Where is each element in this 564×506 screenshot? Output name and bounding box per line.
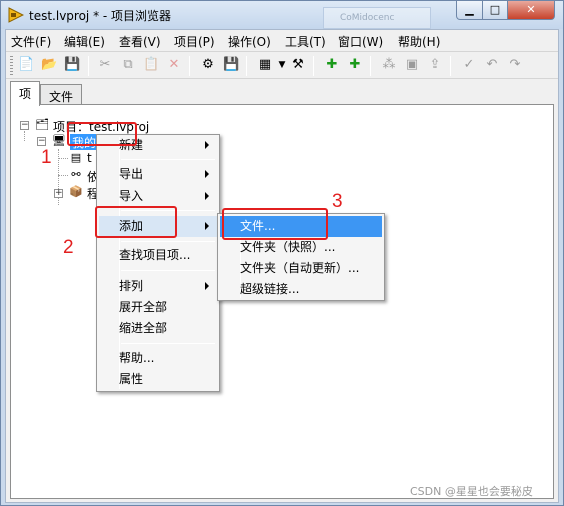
ctx-export[interactable]: 导出 (99, 164, 217, 185)
ctx-find-item[interactable]: 查找项目项... (99, 245, 217, 266)
vi-icon: ▤ (70, 151, 82, 164)
annotation-box-3 (222, 208, 328, 240)
menu-edit[interactable]: 编辑(E) (64, 33, 105, 50)
background-window-ghost: CoMidocenc (323, 7, 431, 29)
ctx-expand-label: 展开全部 (119, 300, 168, 314)
menu-separator (121, 159, 215, 160)
cut-icon[interactable]: ✂ (97, 57, 113, 73)
deploy-icon[interactable]: ⇪ (427, 57, 443, 73)
annotation-box-1 (67, 122, 137, 146)
add-icon[interactable]: ✚ (324, 57, 340, 73)
submenu-arrow-icon (205, 141, 209, 149)
open-icon[interactable]: 📂 (41, 57, 57, 73)
menu-project[interactable]: 项目(P) (174, 33, 215, 50)
ctx-collapse-all[interactable]: 缩进全部 (99, 318, 217, 339)
ctx-properties-label: 属性 (119, 372, 144, 386)
menu-separator (121, 343, 215, 344)
ctx-collapse-label: 缩进全部 (119, 321, 168, 335)
submenu-arrow-icon (205, 282, 209, 290)
dropdown-icon[interactable]: ▼ (274, 57, 290, 73)
annotation-number-3: 3 (332, 191, 343, 212)
annotation-box-2 (95, 206, 177, 238)
ctx-arrange-label: 排列 (119, 279, 144, 293)
menu-operate[interactable]: 操作(O) (228, 33, 271, 50)
menu-tools[interactable]: 工具(T) (285, 33, 326, 50)
save-icon[interactable]: 💾 (223, 57, 239, 73)
labview-app-icon (8, 7, 24, 23)
undo-icon[interactable]: ↶ (484, 57, 500, 73)
sub-add-hyperlink[interactable]: 超级链接... (220, 279, 382, 300)
toolbar-separator (370, 56, 371, 76)
collapse-root-icon[interactable]: − (20, 121, 29, 130)
menu-help[interactable]: 帮助(H) (398, 33, 440, 50)
settings-icon[interactable]: ⚒ (290, 57, 306, 73)
toolbar: 📄 📂 💾 ✂ ⧉ 📋 ✕ ⚙ 💾 ▦ ▼ ⚒ ✚ ✚ ⁂ ▣ ⇪ ✓ ↶ ↷ (6, 51, 558, 79)
close-button[interactable]: ✕ (507, 1, 555, 20)
ctx-properties[interactable]: 属性 (99, 369, 217, 390)
ctx-help-label: 帮助... (119, 351, 155, 365)
sub-add-folder-autopopulate[interactable]: 文件夹（自动更新）... (220, 258, 382, 279)
context-menu: 新建 导出 导入 添加 查找项目项... 排列 展开全部 缩进全部 帮助... … (96, 134, 220, 392)
sub-add-folder-snapshot[interactable]: 文件夹（快照）... (220, 237, 382, 258)
browser-tabs: 项 文件 (6, 81, 558, 106)
menu-separator (121, 241, 215, 242)
add-folder-icon[interactable]: ✚ (347, 57, 363, 73)
ctx-import[interactable]: 导入 (99, 186, 217, 207)
collapse-computer-icon[interactable]: − (37, 137, 46, 146)
build-icon[interactable]: ⚙ (200, 57, 216, 73)
toolbar-separator (450, 56, 451, 76)
annotation-number-1: 1 (41, 147, 52, 168)
delete-icon[interactable]: ✕ (166, 57, 182, 73)
project-icon: 🗂 (35, 118, 49, 131)
tree-connector (58, 175, 68, 176)
dependencies-icon: ⚯ (71, 168, 81, 181)
menu-window[interactable]: 窗口(W) (338, 33, 383, 50)
tree-connector (58, 158, 68, 159)
ctx-export-label: 导出 (119, 167, 144, 181)
save-all-icon[interactable]: 💾 (64, 57, 80, 73)
submenu-arrow-icon (205, 192, 209, 200)
maximize-button[interactable]: □ (482, 1, 508, 20)
expand-build-icon[interactable]: + (54, 189, 63, 198)
watermark: CSDN @星星也会要秘皮 (410, 485, 533, 498)
annotation-number-2: 2 (63, 237, 74, 258)
paste-icon[interactable]: 📋 (143, 57, 159, 73)
build-spec-icon[interactable]: ▣ (404, 57, 420, 73)
toolbar-separator (189, 56, 190, 76)
computer-icon: 🖥 (52, 134, 66, 147)
title-bar[interactable]: test.lvproj * - 项目浏览器 CoMidocenc ▁ □ ✕ (1, 1, 563, 29)
minimize-button[interactable]: ▁ (456, 1, 483, 20)
menu-separator (121, 270, 215, 271)
menu-file[interactable]: 文件(F) (11, 33, 51, 50)
new-icon[interactable]: 📄 (18, 57, 34, 73)
group-icon[interactable]: ⁂ (381, 57, 397, 73)
check-icon[interactable]: ✓ (461, 57, 477, 73)
toolbar-grip[interactable] (10, 56, 13, 76)
toolbar-separator (246, 56, 247, 76)
window-title: test.lvproj * - 项目浏览器 (29, 9, 172, 23)
tree-connector (24, 131, 25, 141)
tab-files[interactable]: 文件 (40, 84, 83, 105)
tab-items[interactable]: 项 (10, 81, 41, 106)
project-tree: − 🗂 项目：test.lvproj − 🖥 我的 ▤ t ⚯ 依 + 📦 程 (10, 104, 554, 499)
toolbar-separator (88, 56, 89, 76)
menu-bar: 文件(F) 编辑(E) 查看(V) 项目(P) 操作(O) 工具(T) 窗口(W… (6, 30, 558, 50)
tree-child-vi[interactable]: t (87, 151, 92, 167)
submenu-arrow-icon (205, 170, 209, 178)
ctx-arrange[interactable]: 排列 (99, 276, 217, 297)
submenu-arrow-icon (205, 222, 209, 230)
ctx-import-label: 导入 (119, 189, 144, 203)
copy-icon[interactable]: ⧉ (120, 57, 136, 73)
ctx-find-label: 查找项目项... (119, 248, 191, 262)
view-icon[interactable]: ▦ (257, 57, 273, 73)
ctx-expand-all[interactable]: 展开全部 (99, 297, 217, 318)
ctx-help[interactable]: 帮助... (99, 348, 217, 369)
redo-icon[interactable]: ↷ (507, 57, 523, 73)
toolbar-separator (313, 56, 314, 76)
menu-view[interactable]: 查看(V) (119, 33, 161, 50)
build-spec-tree-icon: 📦 (69, 185, 83, 198)
